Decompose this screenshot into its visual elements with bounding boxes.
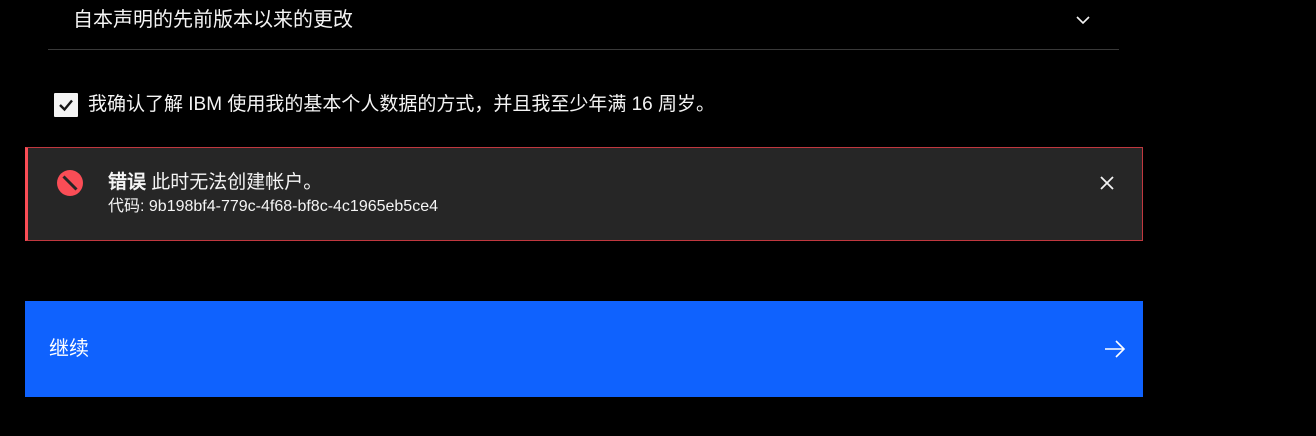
notification-message: 此时无法创建帐户。: [151, 172, 323, 193]
chevron-down-icon[interactable]: [1073, 10, 1093, 30]
notification-code: 代码: 9b198bf4-779c-4f68-bf8c-4c1965eb5ce4: [108, 198, 439, 215]
notification-text: 错误 此时无法创建帐户。 代码: 9b198bf4-779c-4f68-bf8c…: [108, 170, 438, 218]
checkmark-icon: [59, 99, 73, 112]
consent-checkbox[interactable]: [54, 93, 78, 117]
close-icon[interactable]: [1098, 174, 1116, 192]
arrow-right-icon: [1105, 340, 1126, 358]
continue-button[interactable]: 继续: [25, 301, 1143, 397]
notification-title: 错误: [108, 172, 147, 193]
continue-button-label: 继续: [49, 338, 89, 360]
error-notification: 错误 此时无法创建帐户。 代码: 9b198bf4-779c-4f68-bf8c…: [25, 147, 1143, 241]
consent-label: 我确认了解 IBM 使用我的基本个人数据的方式，并且我至少年满 16 周岁。: [88, 94, 716, 115]
accordion-title: 自本声明的先前版本以来的更改: [73, 9, 353, 31]
notification-line: 错误 此时无法创建帐户。: [108, 170, 438, 196]
accordion-changes[interactable]: 自本声明的先前版本以来的更改: [48, 0, 1119, 50]
consent-row: 我确认了解 IBM 使用我的基本个人数据的方式，并且我至少年满 16 周岁。: [54, 92, 715, 118]
page: 自本声明的先前版本以来的更改 我确认了解 IBM 使用我的基本个人数据的方式，并…: [0, 0, 1316, 436]
error-filled-icon: [57, 170, 83, 196]
